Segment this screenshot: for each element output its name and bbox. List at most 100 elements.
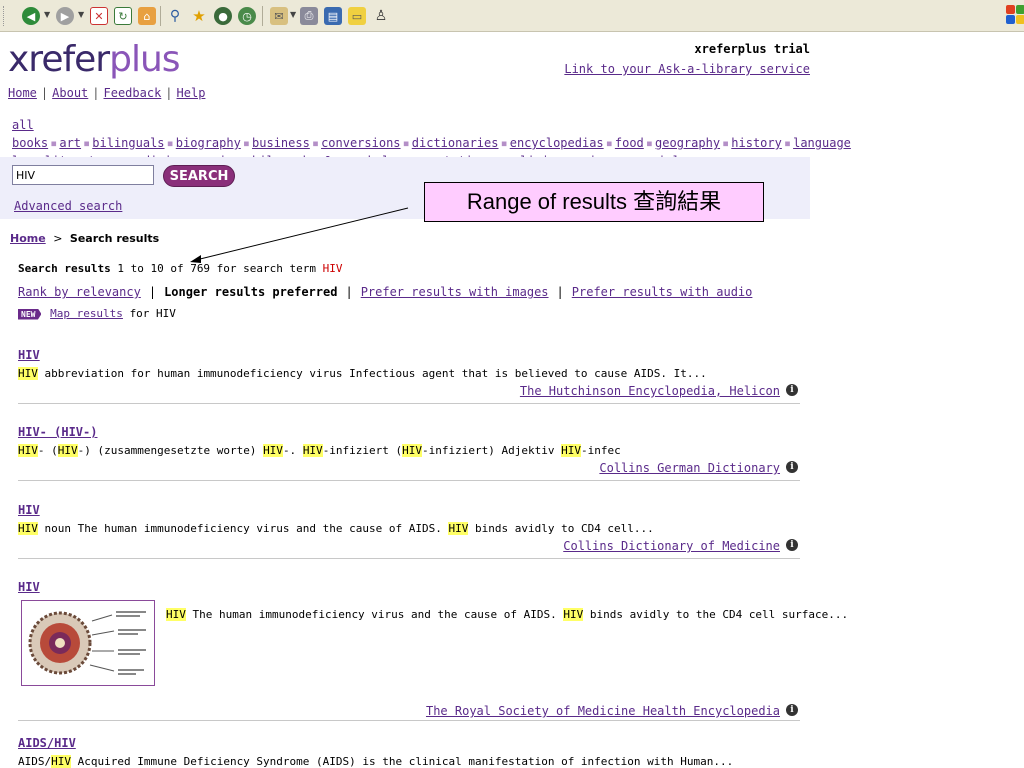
browser-toolbar: ◀ ▼ ▶ ▼ ✕ ↻ ⌂ ⚲ ★ ● ◷ ✉ ▼ ⎙ ▤ ▭ ♙ xyxy=(0,0,1024,32)
result-divider xyxy=(18,720,800,721)
result-snippet: AIDS/HIV Acquired Immune Deficiency Synd… xyxy=(18,755,800,768)
back-dropdown-icon[interactable]: ▼ xyxy=(44,10,50,19)
sort-relevancy-link[interactable]: Rank by relevancy xyxy=(18,285,141,299)
category-link-geography[interactable]: geography xyxy=(655,136,720,150)
search-button[interactable]: SEARCH xyxy=(163,165,235,187)
snippet-text: -infiziert ( xyxy=(322,444,403,457)
callout-box: Range of results 查詢結果 xyxy=(424,182,764,222)
snippet-text: - ( xyxy=(37,444,58,457)
favorites-icon[interactable]: ★ xyxy=(190,7,208,25)
nav-about[interactable]: About xyxy=(52,86,88,100)
category-separator: ▪ xyxy=(722,136,730,150)
messenger-icon[interactable]: ♙ xyxy=(372,7,390,25)
result-source-link[interactable]: Collins Dictionary of Medicine xyxy=(563,539,780,553)
result-snippet: HIV noun The human immunodeficiency viru… xyxy=(18,522,800,535)
advanced-search-link[interactable]: Advanced search xyxy=(14,199,122,213)
map-results-line: NEW Map results for HIV xyxy=(18,307,176,320)
nav-feedback[interactable]: Feedback xyxy=(104,86,162,100)
category-separator: ▪ xyxy=(311,136,320,150)
history-icon[interactable]: ◷ xyxy=(238,7,256,25)
result-snippet: HIV abbreviation for human immunodeficie… xyxy=(18,367,800,380)
category-link-bilinguals[interactable]: bilinguals xyxy=(92,136,164,150)
category-link-language[interactable]: language xyxy=(793,136,851,150)
back-icon[interactable]: ◀ xyxy=(22,7,40,25)
forward-icon[interactable]: ▶ xyxy=(56,7,74,25)
result-item: HIV HIV noun The human immunodeficiency … xyxy=(18,499,800,559)
snippet-text: -. xyxy=(282,444,303,457)
category-separator: ▪ xyxy=(50,136,58,150)
mail-dropdown-icon[interactable]: ▼ xyxy=(290,10,296,19)
map-results-link[interactable]: Map results xyxy=(50,307,123,320)
result-item: HIV HIV The human immunodeficiency virus… xyxy=(18,576,848,724)
info-icon[interactable]: i xyxy=(786,704,798,716)
search-input[interactable] xyxy=(12,165,154,185)
sort-separator: | xyxy=(345,285,353,299)
stop-icon[interactable]: ✕ xyxy=(90,7,108,25)
category-row: all books ▪ art ▪ bilinguals ▪ biography ▪ busin… xyxy=(12,116,851,152)
result-source-link[interactable]: The Hutchinson Encyclopedia, Helicon xyxy=(520,384,780,398)
category-link-all-books[interactable]: all books xyxy=(12,118,48,150)
highlighted-term: HIV xyxy=(302,444,323,457)
category-link-dictionaries[interactable]: dictionaries xyxy=(412,136,499,150)
sort-longer-current: Longer results preferred xyxy=(164,285,338,299)
category-link-art[interactable]: art xyxy=(59,136,81,150)
forward-dropdown-icon[interactable]: ▼ xyxy=(78,10,84,19)
search-icon[interactable]: ⚲ xyxy=(166,7,184,25)
ask-library-link-text[interactable]: Link to your Ask-a-library service xyxy=(564,62,810,76)
sort-images-link[interactable]: Prefer results with images xyxy=(361,285,549,299)
home-icon[interactable]: ⌂ xyxy=(138,7,156,25)
refresh-icon[interactable]: ↻ xyxy=(114,7,132,25)
nav-separator: | xyxy=(92,86,100,100)
category-separator: ▪ xyxy=(242,136,251,150)
result-snippet: HIV- (HIV-) (zusammengesetzte worte) HIV… xyxy=(18,444,800,457)
info-icon[interactable]: i xyxy=(786,384,798,396)
snippet-text: AIDS/ xyxy=(18,755,52,768)
edit-icon[interactable]: ▤ xyxy=(324,7,342,25)
category-link-encyclopedias[interactable]: encyclopedias xyxy=(510,136,604,150)
category-link-food[interactable]: food xyxy=(615,136,644,150)
info-icon[interactable]: i xyxy=(786,539,798,551)
site-logo[interactable]: xreferplus xyxy=(8,38,181,82)
result-source-link[interactable]: The Royal Society of Medicine Health Enc… xyxy=(426,704,780,718)
media-icon[interactable]: ● xyxy=(214,7,232,25)
info-icon[interactable]: i xyxy=(786,461,798,473)
print-icon[interactable]: ⎙ xyxy=(300,7,318,25)
nav-home[interactable]: Home xyxy=(8,86,37,100)
ask-library-link[interactable]: Link to your Ask-a-library service xyxy=(564,62,810,76)
result-snippet: HIV The human immunodeficiency virus and… xyxy=(166,608,848,621)
result-title-link[interactable]: HIV- (HIV-) xyxy=(18,425,97,439)
result-thumbnail[interactable] xyxy=(21,600,155,686)
result-divider xyxy=(18,403,800,404)
category-link-biography[interactable]: biography xyxy=(176,136,241,150)
sort-audio-link[interactable]: Prefer results with audio xyxy=(572,285,753,299)
breadcrumb-home[interactable]: Home xyxy=(10,232,46,245)
summary-term: HIV xyxy=(322,262,343,275)
result-item: AIDS/HIV AIDS/HIV Acquired Immune Defici… xyxy=(18,732,800,768)
category-link-history[interactable]: history xyxy=(731,136,782,150)
highlighted-term: HIV xyxy=(18,367,38,380)
snippet-text: -infec xyxy=(581,444,621,457)
result-title-link[interactable]: HIV xyxy=(18,348,40,362)
result-title-link[interactable]: AIDS/HIV xyxy=(18,736,76,750)
windows-logo-icon xyxy=(1004,4,1024,26)
result-source-link[interactable]: Collins German Dictionary xyxy=(599,461,780,475)
nav-help[interactable]: Help xyxy=(177,86,206,100)
snippet-text: -) (zusammengesetzte worte) xyxy=(77,444,264,457)
toolbar-separator xyxy=(160,6,161,26)
sort-options: Rank by relevancy | Longer results preferr… xyxy=(18,285,752,299)
result-title-link[interactable]: HIV xyxy=(18,580,40,594)
result-title-link[interactable]: HIV xyxy=(18,503,40,517)
category-link-business[interactable]: business xyxy=(252,136,310,150)
highlighted-term: HIV xyxy=(166,608,186,621)
highlighted-term: HIV xyxy=(448,522,469,535)
trial-label: xreferplus trial xyxy=(694,42,810,56)
snippet-text: The human immunodeficiency virus and the… xyxy=(185,608,564,621)
snippet-text: abbreviation for human immunodeficiency … xyxy=(37,367,707,380)
highlighted-term: HIV xyxy=(18,522,38,535)
discuss-icon[interactable]: ▭ xyxy=(348,7,366,25)
highlighted-term: HIV xyxy=(563,608,584,621)
mail-icon[interactable]: ✉ xyxy=(270,7,288,25)
toolbar-grip[interactable] xyxy=(3,6,7,26)
category-link-conversions[interactable]: conversions xyxy=(321,136,400,150)
category-separator: ▪ xyxy=(166,136,174,150)
